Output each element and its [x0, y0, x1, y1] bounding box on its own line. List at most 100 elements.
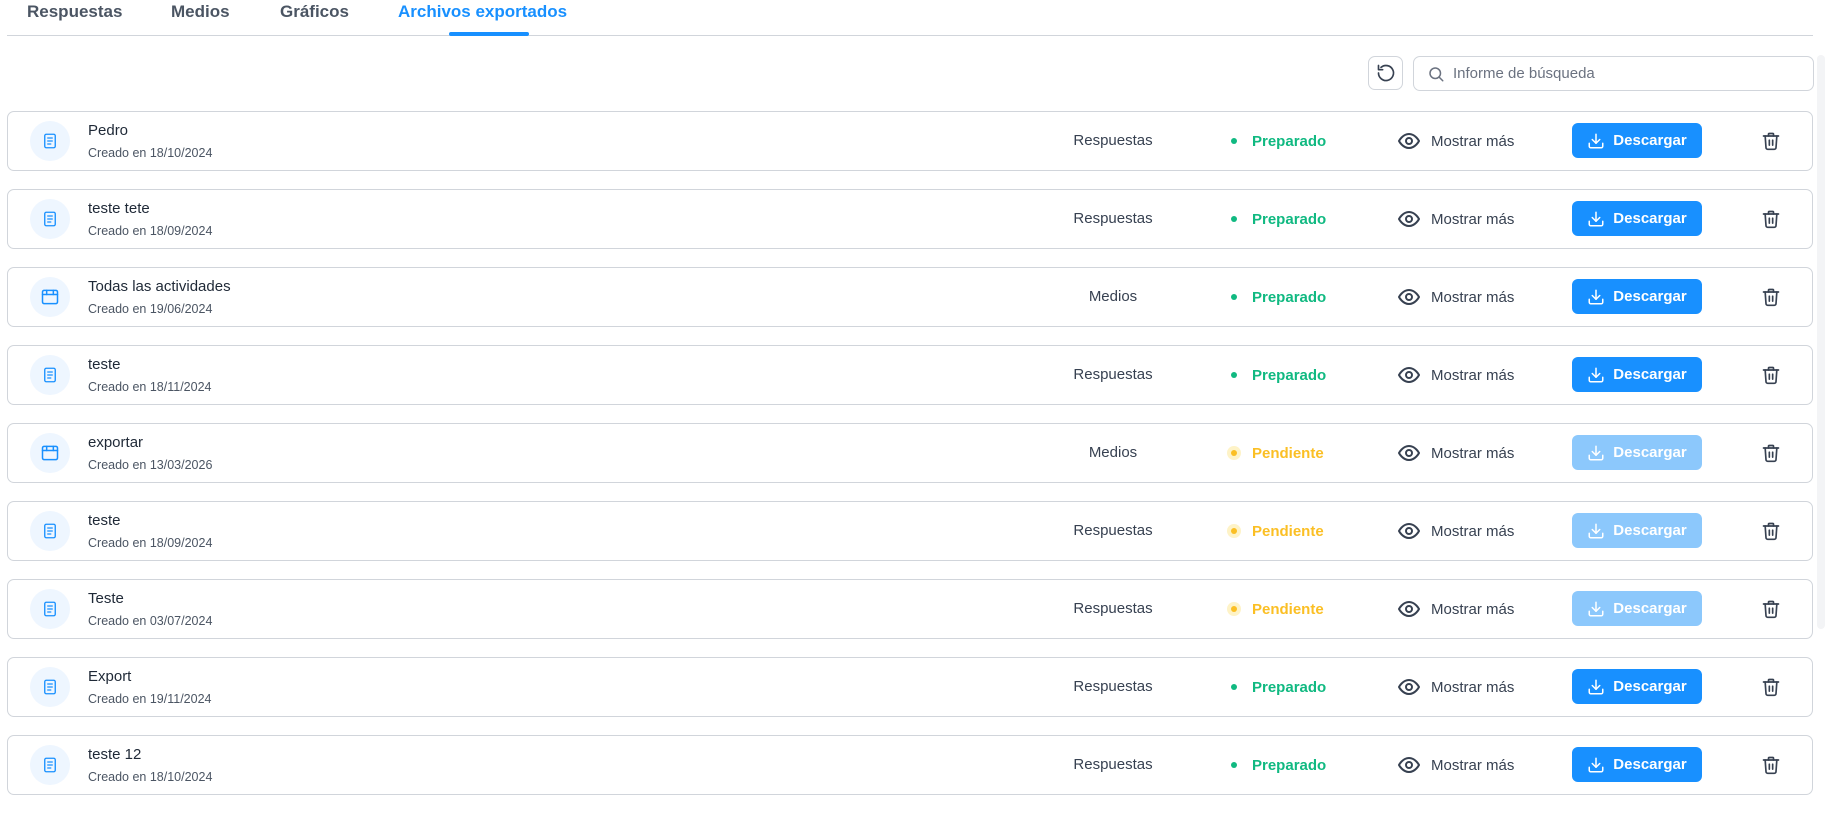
show-more-button[interactable]: Mostrar más — [1397, 363, 1514, 387]
status-dot-icon — [1226, 601, 1242, 617]
search-box — [1413, 56, 1814, 91]
tab-bar: Respuestas Medios Gráficos Archivos expo… — [7, 0, 1813, 36]
document-icon — [30, 745, 70, 785]
search-input[interactable] — [1453, 65, 1813, 82]
export-type: Medios — [1088, 288, 1138, 305]
export-row: exportar Creado en 13/03/2026 Medios Pen… — [7, 423, 1813, 483]
export-type: Respuestas — [1073, 210, 1153, 227]
status-dot — [1227, 602, 1241, 616]
export-name: teste 12 — [88, 746, 142, 763]
download-button[interactable]: Descargar — [1572, 669, 1702, 704]
show-more-button[interactable]: Mostrar más — [1397, 441, 1514, 465]
status-dot — [1227, 446, 1241, 460]
active-tab-indicator — [449, 32, 529, 36]
show-more-label: Mostrar más — [1431, 288, 1515, 306]
exported-files-page: Respuestas Medios Gráficos Archivos expo… — [0, 0, 1825, 816]
trash-icon — [1762, 288, 1780, 307]
trash-icon — [1762, 366, 1780, 385]
export-date: Creado en 19/06/2024 — [88, 302, 213, 316]
export-name: Todas las actividades — [88, 278, 231, 295]
status-dot — [1231, 684, 1237, 690]
show-more-button[interactable]: Mostrar más — [1397, 675, 1514, 699]
status-dot-icon — [1226, 289, 1242, 305]
download-icon — [1587, 600, 1605, 618]
tab-archivos-exportados[interactable]: Archivos exportados — [398, 2, 567, 22]
status-badge: Pendiente — [1226, 522, 1324, 540]
download-label: Descargar — [1613, 678, 1687, 695]
status-dot-icon — [1226, 211, 1242, 227]
document-icon — [30, 589, 70, 629]
show-more-label: Mostrar más — [1431, 444, 1515, 462]
delete-button[interactable] — [1760, 442, 1782, 464]
status-dot-icon — [1226, 367, 1242, 383]
download-label: Descargar — [1613, 522, 1687, 539]
download-icon — [1587, 522, 1605, 540]
show-more-button[interactable]: Mostrar más — [1397, 597, 1514, 621]
download-label: Descargar — [1613, 366, 1687, 383]
delete-button[interactable] — [1760, 676, 1782, 698]
download-button[interactable]: Descargar — [1572, 279, 1702, 314]
download-label: Descargar — [1613, 132, 1687, 149]
export-name: Pedro — [88, 122, 129, 139]
eye-icon — [1397, 129, 1421, 153]
download-label: Descargar — [1613, 444, 1687, 461]
delete-button[interactable] — [1760, 130, 1782, 152]
export-date: Creado en 18/10/2024 — [88, 146, 213, 160]
delete-button[interactable] — [1760, 208, 1782, 230]
download-button[interactable]: Descargar — [1572, 201, 1702, 236]
delete-button[interactable] — [1760, 286, 1782, 308]
show-more-button[interactable]: Mostrar más — [1397, 519, 1514, 543]
media-icon — [30, 433, 70, 473]
scrollbar[interactable] — [1817, 55, 1825, 629]
download-icon — [1587, 756, 1605, 774]
media-icon — [30, 277, 70, 317]
export-name: Export — [88, 668, 132, 685]
tab-medios[interactable]: Medios — [171, 2, 230, 22]
export-row: Export Creado en 19/11/2024 Respuestas P… — [7, 657, 1813, 717]
show-more-button[interactable]: Mostrar más — [1397, 285, 1514, 309]
status-dot — [1231, 372, 1237, 378]
eye-icon — [1397, 285, 1421, 309]
export-type: Respuestas — [1073, 366, 1153, 383]
search-icon — [1427, 65, 1445, 83]
show-more-label: Mostrar más — [1431, 678, 1515, 696]
export-name: exportar — [88, 434, 144, 451]
trash-icon — [1762, 678, 1780, 697]
export-date: Creado en 03/07/2024 — [88, 614, 213, 628]
download-icon — [1587, 288, 1605, 306]
tab-respuestas[interactable]: Respuestas — [27, 2, 122, 22]
show-more-button[interactable]: Mostrar más — [1397, 129, 1514, 153]
status-dot-icon — [1226, 679, 1242, 695]
download-icon — [1587, 366, 1605, 384]
status-label: Pendiente — [1252, 444, 1324, 462]
show-more-label: Mostrar más — [1431, 756, 1515, 774]
show-more-button[interactable]: Mostrar más — [1397, 753, 1514, 777]
download-button[interactable]: Descargar — [1572, 747, 1702, 782]
status-badge: Preparado — [1226, 288, 1326, 306]
delete-button[interactable] — [1760, 520, 1782, 542]
status-label: Pendiente — [1252, 600, 1324, 618]
export-type: Medios — [1088, 444, 1138, 461]
download-icon — [1587, 210, 1605, 228]
download-button[interactable]: Descargar — [1572, 123, 1702, 158]
status-label: Preparado — [1252, 366, 1327, 384]
delete-button[interactable] — [1760, 754, 1782, 776]
export-row: teste 12 Creado en 18/10/2024 Respuestas… — [7, 735, 1813, 795]
show-more-button[interactable]: Mostrar más — [1397, 207, 1514, 231]
tab-graficos[interactable]: Gráficos — [280, 2, 349, 22]
eye-icon — [1397, 207, 1421, 231]
document-icon — [30, 199, 70, 239]
refresh-icon — [1377, 64, 1394, 82]
status-badge: Pendiente — [1226, 444, 1324, 462]
show-more-label: Mostrar más — [1431, 600, 1515, 618]
show-more-label: Mostrar más — [1431, 210, 1515, 228]
refresh-button[interactable] — [1368, 56, 1403, 90]
export-date: Creado en 13/03/2026 — [88, 458, 213, 472]
delete-button[interactable] — [1760, 598, 1782, 620]
document-icon — [30, 667, 70, 707]
status-label: Preparado — [1252, 132, 1327, 150]
exports-list: Pedro Creado en 18/10/2024 Respuestas Pr… — [7, 111, 1813, 813]
delete-button[interactable] — [1760, 364, 1782, 386]
download-button[interactable]: Descargar — [1572, 357, 1702, 392]
status-dot-icon — [1226, 523, 1242, 539]
